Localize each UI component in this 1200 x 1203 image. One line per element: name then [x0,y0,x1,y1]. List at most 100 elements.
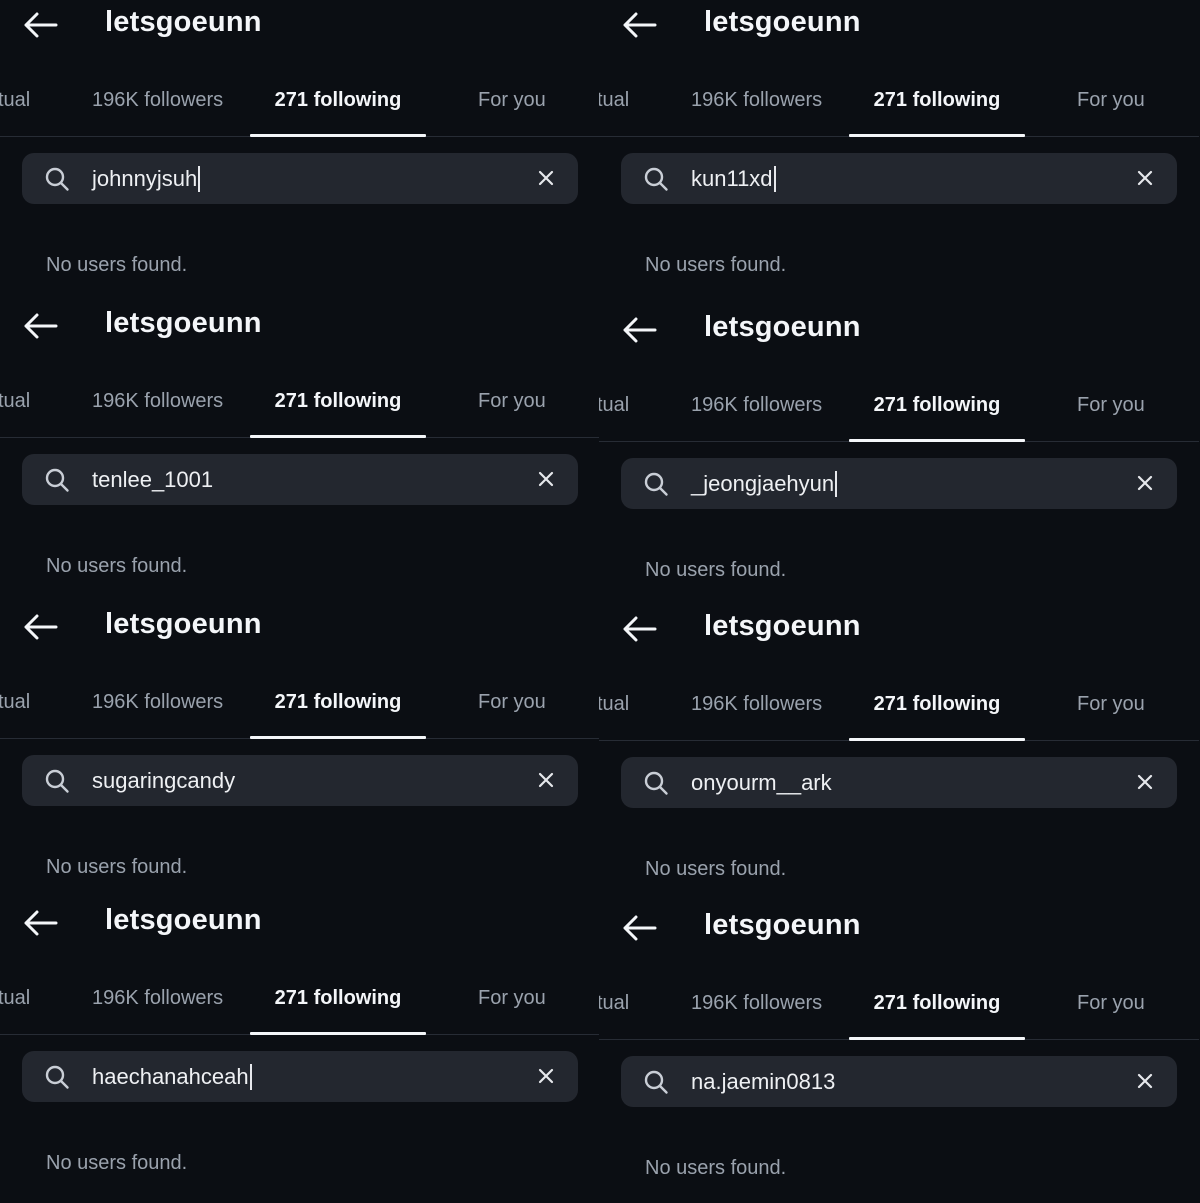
clear-search-button[interactable] [1135,168,1155,188]
back-button[interactable] [621,614,657,644]
profile-username: letsgoeunn [704,6,861,38]
clear-search-button[interactable] [536,1066,556,1086]
search-input[interactable]: _jeongjaehyun [621,458,1177,509]
tab-mutual[interactable]: tual [599,387,629,441]
clear-search-button[interactable] [1135,1071,1155,1091]
back-button[interactable] [621,913,657,943]
tab-following[interactable]: 271 following [849,387,1025,442]
back-button[interactable] [22,311,58,341]
tab-bar: tual 196K followers 271 following For yo… [0,82,600,137]
tab-following[interactable]: 271 following [849,985,1025,1040]
tab-bar: tual 196K followers 271 following For yo… [599,82,1199,137]
tab-mutual[interactable]: tual [599,82,629,136]
clear-search-button[interactable] [536,770,556,790]
arrow-left-icon [623,317,657,343]
tab-followers[interactable]: 196K followers [92,383,223,437]
close-icon [1137,774,1153,790]
close-icon [538,1068,554,1084]
search-input[interactable]: haechanahceah [22,1051,578,1102]
search-icon [44,467,70,493]
tab-mutual[interactable]: tual [599,686,629,740]
back-button[interactable] [621,10,657,40]
search-query: onyourm__ark [691,770,832,795]
clear-search-button[interactable] [1135,473,1155,493]
search-query: sugaringcandy [92,768,236,793]
arrow-left-icon [24,614,58,640]
tab-following[interactable]: 271 following [849,82,1025,137]
tab-bar: tual 196K followers 271 following For yo… [599,387,1199,442]
clear-search-button[interactable] [536,168,556,188]
arrow-left-icon [24,313,58,339]
search-input[interactable]: kun11xd [621,153,1177,204]
profile-username: letsgoeunn [704,610,861,642]
tab-for-you[interactable]: For you [1077,82,1145,136]
search-query: haechanahceah [92,1051,252,1102]
search-input[interactable]: tenlee_1001 [22,454,578,505]
tab-following[interactable]: 271 following [250,82,426,137]
tab-following[interactable]: 271 following [849,686,1025,741]
tab-followers[interactable]: 196K followers [92,82,223,136]
tab-for-you[interactable]: For you [478,383,546,437]
tab-for-you[interactable]: For you [478,82,546,136]
tab-following[interactable]: 271 following [250,684,426,739]
tab-mutual[interactable]: tual [0,383,30,437]
clear-search-button[interactable] [536,469,556,489]
text-caret [249,1063,252,1090]
search-query: tenlee_1001 [92,467,214,492]
tab-followers[interactable]: 196K followers [92,980,223,1034]
tab-followers[interactable]: 196K followers [691,985,822,1039]
profile-username: letsgoeunn [105,608,262,640]
tab-for-you[interactable]: For you [478,980,546,1034]
arrow-left-icon [623,915,657,941]
search-input[interactable]: onyourm__ark [621,757,1177,808]
search-icon [643,1069,669,1095]
search-input[interactable]: na.jaemin0813 [621,1056,1177,1107]
empty-state-message: No users found. [46,254,188,276]
back-button[interactable] [22,10,58,40]
search-input[interactable]: johnnyjsuh [22,153,578,204]
tab-for-you[interactable]: For you [1077,387,1145,441]
back-button[interactable] [621,315,657,345]
tab-bar: tual 196K followers 271 following For yo… [0,684,600,739]
tab-for-you[interactable]: For you [1077,985,1145,1039]
profile-username: letsgoeunn [704,311,861,343]
back-button[interactable] [22,908,58,938]
tab-for-you[interactable]: For you [1077,686,1145,740]
following-search-screen: letsgoeunn tual 196K followers 271 follo… [599,305,1199,605]
tab-following[interactable]: 271 following [250,383,426,438]
empty-state-message: No users found. [46,856,188,878]
search-icon [643,166,669,192]
search-input[interactable]: sugaringcandy [22,755,578,806]
tab-followers[interactable]: 196K followers [691,82,822,136]
tab-mutual[interactable]: tual [0,82,30,136]
search-icon [643,770,669,796]
search-icon [44,166,70,192]
close-icon [1137,475,1153,491]
search-icon [643,471,669,497]
profile-username: letsgoeunn [105,6,262,38]
profile-username: letsgoeunn [105,307,262,339]
tab-for-you[interactable]: For you [478,684,546,738]
tab-following[interactable]: 271 following [250,980,426,1035]
search-icon [44,768,70,794]
following-search-screen: letsgoeunn tual 196K followers 271 follo… [0,602,600,902]
search-query: na.jaemin0813 [691,1069,836,1094]
empty-state-message: No users found. [46,1152,188,1174]
close-icon [538,170,554,186]
text-caret [773,165,776,192]
search-query: johnnyjsuh [92,153,201,204]
tab-bar: tual 196K followers 271 following For yo… [0,383,600,438]
tab-followers[interactable]: 196K followers [691,387,822,441]
tab-mutual[interactable]: tual [599,985,629,1039]
close-icon [538,471,554,487]
tab-followers[interactable]: 196K followers [691,686,822,740]
tab-mutual[interactable]: tual [0,684,30,738]
profile-username: letsgoeunn [105,904,262,936]
tab-mutual[interactable]: tual [0,980,30,1034]
back-button[interactable] [22,612,58,642]
close-icon [538,772,554,788]
clear-search-button[interactable] [1135,772,1155,792]
tab-followers[interactable]: 196K followers [92,684,223,738]
arrow-left-icon [24,910,58,936]
empty-state-message: No users found. [645,254,787,276]
